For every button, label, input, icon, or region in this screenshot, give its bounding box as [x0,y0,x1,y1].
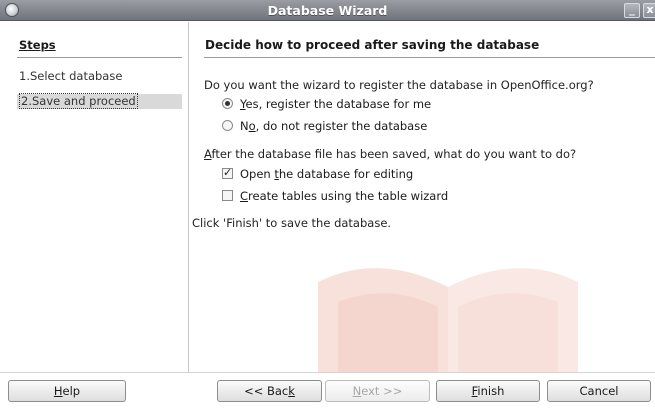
step-label: 1.Select database [19,69,123,83]
label-rest: es, register the database for me [245,97,432,111]
title-bar: Database Wizard _ x [0,0,655,21]
mnemonic: N [352,384,362,398]
after-save-question: After the database file has been saved, … [204,147,576,161]
button-label: elp [62,384,81,398]
open-for-editing-label: Open the database for editing [240,167,413,181]
label-rest: , do not register the database [255,119,428,133]
finish-note: Click 'Finish' to save the database. [192,216,392,230]
book-watermark-icon [318,268,578,372]
label-rest: reate tables using the table wizard [248,189,449,203]
label-pre: Open [240,167,275,181]
mnemonic: k [288,384,295,398]
button-label: << Bac [244,384,289,398]
create-tables-label: Create tables using the table wizard [240,189,448,203]
label-pre: N [240,119,249,133]
page-title: Decide how to proceed after saving the d… [205,38,540,52]
question-rest: fter the database file has been saved, w… [211,147,577,161]
help-button[interactable]: Help [8,380,126,402]
step-save-and-proceed[interactable]: 2.Save and proceed [17,93,182,109]
button-label: inish [477,384,505,398]
mnemonic: o [248,119,256,133]
back-button[interactable]: << Back [217,380,322,402]
radio-unselected-icon[interactable] [222,120,233,131]
radio-selected-icon[interactable] [222,98,233,109]
cancel-button[interactable]: Cancel [547,380,651,402]
button-bar: Help << Back Next >> Finish Cancel [0,372,655,408]
mnemonic: H [53,384,63,398]
minimize-button[interactable]: _ [624,3,640,18]
step-select-database[interactable]: 1.Select database [17,69,182,84]
register-no-label: No, do not register the database [240,119,427,133]
steps-heading: Steps [19,38,56,52]
register-yes-label: Yes, register the database for me [240,97,431,111]
checkbox-unchecked-icon[interactable] [222,190,233,201]
content-divider [204,57,655,58]
steps-pane: Steps 1.Select database 2.Save and proce… [0,22,189,372]
checkbox-checked-icon[interactable] [222,166,233,179]
label-rest: he database for editing [278,167,414,181]
finish-button[interactable]: Finish [436,380,540,402]
close-button[interactable]: x [643,3,655,18]
next-button[interactable]: Next >> [325,380,430,402]
window-title: Database Wizard [267,3,388,18]
mnemonic: C [240,189,249,203]
register-question: Do you want the wizard to register the d… [204,78,594,92]
button-label: ext >> [361,384,403,398]
content-pane: Decide how to proceed after saving the d… [190,22,655,372]
steps-divider [17,57,182,58]
step-label: 2.Save and proceed [19,93,138,109]
